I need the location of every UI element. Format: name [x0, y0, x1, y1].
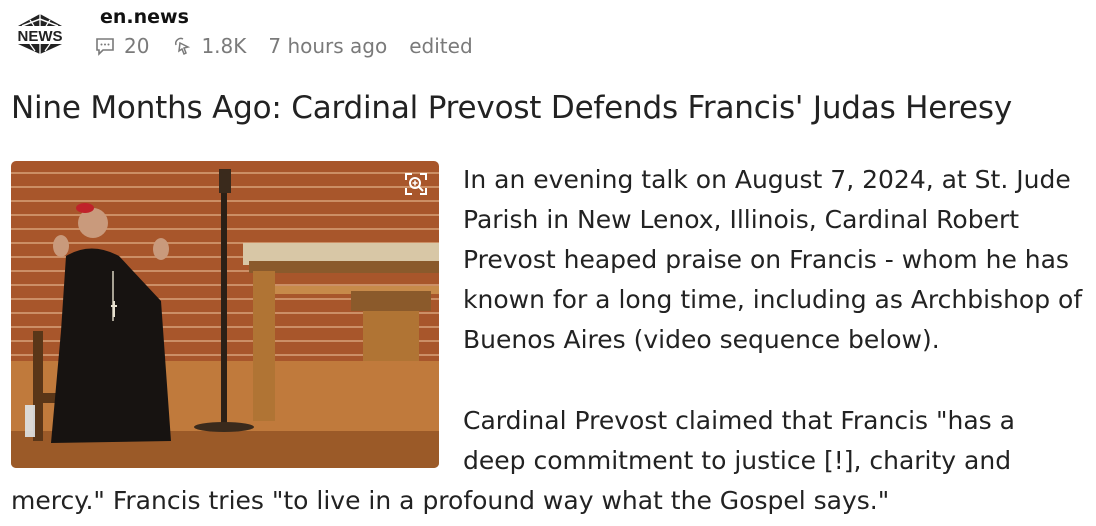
post-header: NEWS en.news 20 1.8K 7 hours ago edited	[8, 4, 608, 60]
zoom-in-icon[interactable]	[403, 171, 429, 197]
news-logo-icon[interactable]: NEWS	[10, 10, 70, 56]
paragraph-2-line-3: mercy." Francis tries "to live in a prof…	[11, 486, 890, 515]
timestamp[interactable]: 7 hours ago	[268, 34, 387, 58]
post-body: In an evening talk on August 7, 2024, at…	[463, 160, 1088, 360]
cardinal-photo	[11, 161, 439, 468]
svg-text:NEWS: NEWS	[18, 28, 63, 45]
post-image[interactable]	[11, 161, 439, 468]
view-count: 1.8K	[201, 34, 247, 58]
paragraph-2-wrap: Cardinal Prevost claimed that Francis "h…	[463, 401, 1088, 481]
paragraph-1: In an evening talk on August 7, 2024, at…	[463, 165, 1083, 354]
comment-count[interactable]: 20	[124, 34, 149, 58]
cursor-click-icon	[175, 37, 191, 56]
post-title: Nine Months Ago: Cardinal Prevost Defend…	[11, 90, 1012, 126]
paragraph-2-line-2: deep commitment to justice [!], charity …	[463, 446, 1012, 475]
paragraph-2-line-1: Cardinal Prevost claimed that Francis "h…	[463, 406, 1015, 435]
source-name[interactable]: en.news	[100, 6, 189, 28]
edited-label: edited	[409, 34, 473, 58]
speech-bubble-icon	[96, 38, 114, 56]
post-meta: 20 1.8K 7 hours ago edited	[94, 34, 473, 58]
